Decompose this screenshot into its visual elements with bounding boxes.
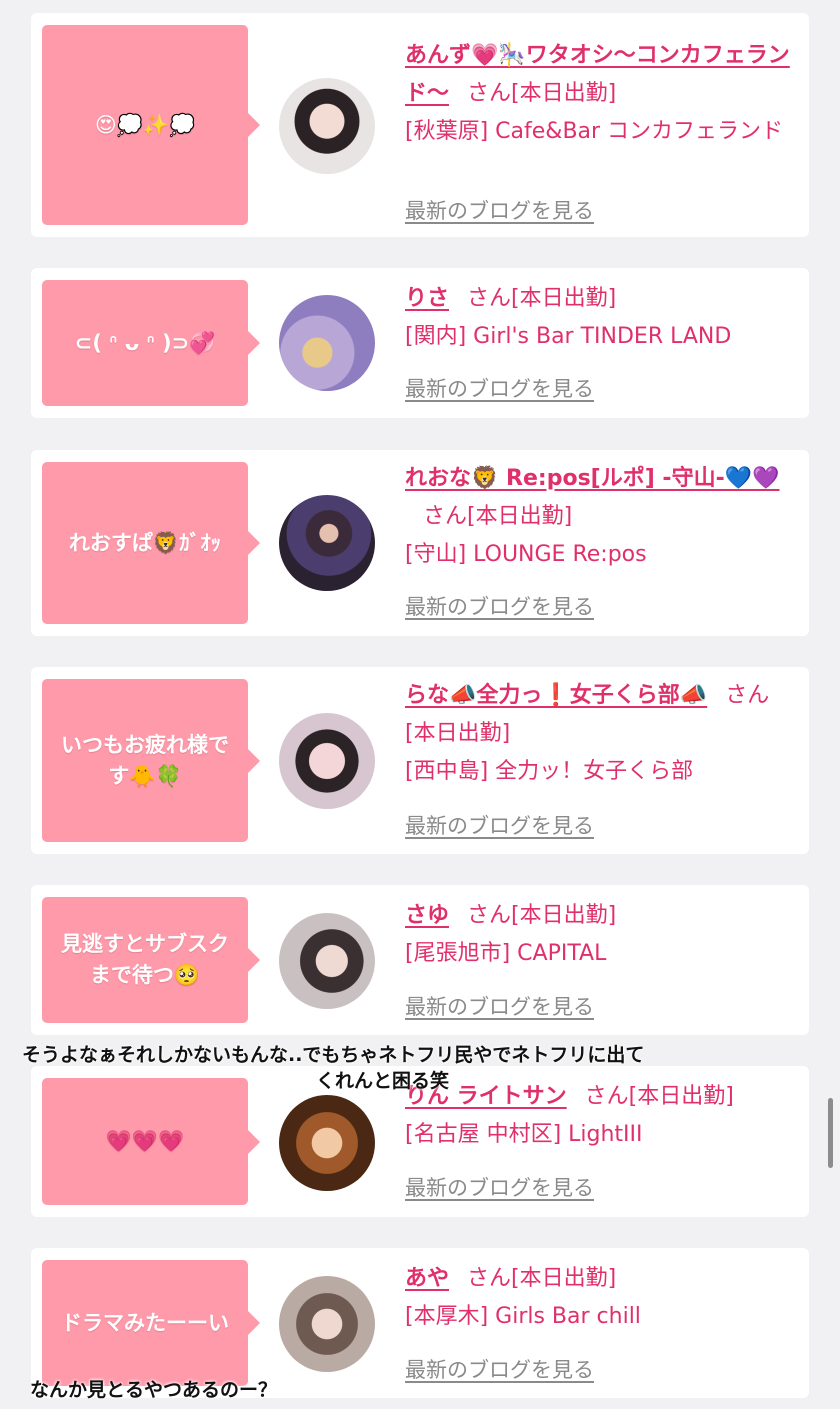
message-bubble: 😍💭✨💭 [42,25,260,225]
cast-info: りさ さん[本日出勤] [関内] Girl's Bar TINDER LAND [405,280,799,356]
shop-name: [関内] Girl's Bar TINDER LAND [405,324,732,349]
avatar[interactable] [279,1095,375,1191]
cast-card: ⊂( ᐢ ᴗ ᐢ )⊃💞 りさ さん[本日出勤] [関内] Girl's Bar … [31,268,809,418]
cast-card: 😍💭✨💭 あんず💗🎠ワタオシ〜コンカフェランド〜 さん[本日出勤] [秋葉原] C… [31,13,809,237]
avatar[interactable] [279,295,375,391]
overlay-caption: くれんと困る笑 [316,1070,450,1092]
cast-info: りん ライトサン さん[本日出勤] [名古屋 中村区] LightIII [405,1078,799,1154]
avatar[interactable] [279,1276,375,1372]
cast-info: れおな🦁 Re:pos[ルポ] -守山-💙💜 さん[本日出勤] [守山] LOUN… [405,460,799,574]
cast-name-link[interactable]: さゆ [405,903,449,928]
cast-info: さゆ さん[本日出勤] [尾張旭市] CAPITAL [405,897,799,973]
message-bubble: ⊂( ᐢ ᴗ ᐢ )⊃💞 [42,280,260,406]
overlay-caption: なんか見とるやつあるのー？ [30,1379,278,1401]
cast-info: あや さん[本日出勤] [本厚木] Girls Bar chill [405,1260,799,1336]
message-bubble: 見逃すとサブスクまで待つ🥺 [42,897,260,1023]
message-bubble: ドラマみたーーい [42,1260,260,1386]
shop-name: [本厚木] Girls Bar chill [405,1304,641,1329]
cast-status: さん[本日出勤] [467,903,617,928]
cast-status: さん[本日出勤] [423,504,573,529]
message-bubble: いつもお疲れ様です🐥🍀 [42,679,260,842]
shop-name: [西中島] 全力ッ！女子くら部 [405,759,694,784]
cast-card: いつもお疲れ様です🐥🍀 らな📣全力っ❗女子くら部📣 さん[本日出勤] [西中島] … [31,667,809,854]
overlay-caption: そうよなぁそれしかないもんな..でもちゃネトフリ民やでネトフリに出て [22,1044,645,1066]
avatar[interactable] [279,713,375,809]
latest-blog-link[interactable]: 最新のブログを見る [405,1354,594,1384]
latest-blog-link[interactable]: 最新のブログを見る [405,810,594,840]
cast-card: 見逃すとサブスクまで待つ🥺 さゆ さん[本日出勤] [尾張旭市] CAPITAL … [31,885,809,1035]
cast-name-link[interactable]: あや [405,1266,449,1291]
message-bubble: 💗💗💗 [42,1078,260,1205]
cast-name-link[interactable]: りさ [405,286,449,311]
latest-blog-link[interactable]: 最新のブログを見る [405,591,594,621]
cast-info: らな📣全力っ❗女子くら部📣 さん[本日出勤] [西中島] 全力ッ！女子くら部 [405,677,799,791]
avatar[interactable] [279,495,375,591]
latest-blog-link[interactable]: 最新のブログを見る [405,373,594,403]
cast-name-link[interactable]: らな📣全力っ❗女子くら部📣 [405,683,707,708]
message-bubble: れおすぱ🦁ｶﾞｵｯ [42,462,260,624]
avatar[interactable] [279,913,375,1009]
latest-blog-link[interactable]: 最新のブログを見る [405,1172,594,1202]
latest-blog-link[interactable]: 最新のブログを見る [405,195,594,225]
shop-name: [尾張旭市] CAPITAL [405,941,607,966]
cast-card: れおすぱ🦁ｶﾞｵｯ れおな🦁 Re:pos[ルポ] -守山-💙💜 さん[本日出勤]… [31,450,809,636]
cast-status: さん[本日出勤] [467,81,617,106]
avatar[interactable] [279,78,375,174]
latest-blog-link[interactable]: 最新のブログを見る [405,991,594,1021]
shop-name: [名古屋 中村区] LightIII [405,1122,643,1147]
cast-info: あんず💗🎠ワタオシ〜コンカフェランド〜 さん[本日出勤] [秋葉原] Cafe&B… [405,37,799,151]
cast-status: さん[本日出勤] [467,1266,617,1291]
cast-status: さん[本日出勤] [584,1084,734,1109]
cast-name-link[interactable]: れおな🦁 Re:pos[ルポ] -守山-💙💜 [405,466,779,491]
shop-name: [守山] LOUNGE Re:pos [405,542,647,567]
cast-status: さん[本日出勤] [467,286,617,311]
scrollbar-thumb[interactable] [828,1098,833,1168]
shop-name: [秋葉原] Cafe&Bar コンカフェランド [405,119,784,144]
